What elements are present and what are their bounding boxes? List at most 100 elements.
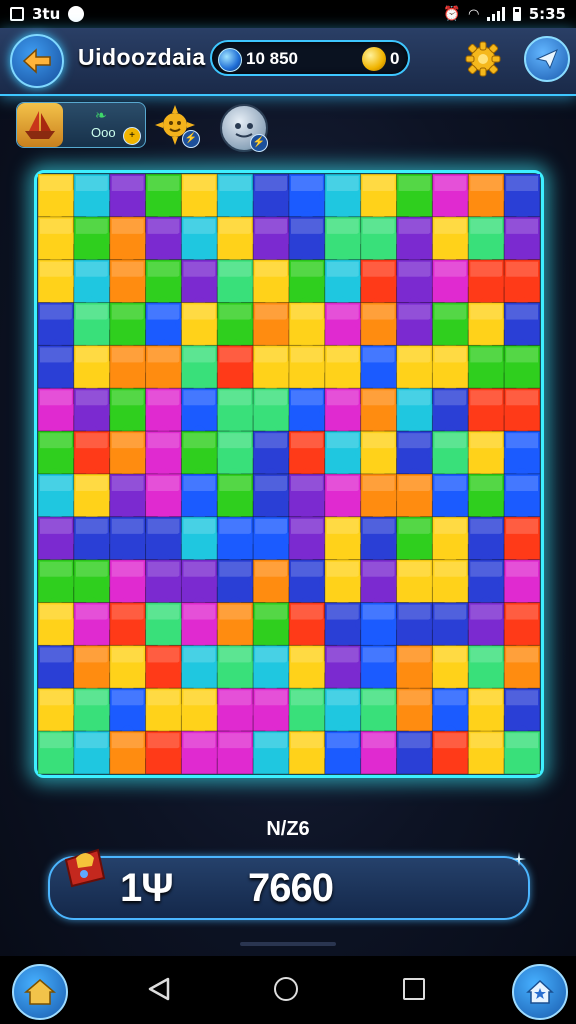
puzzle-piece[interactable] (324, 387, 367, 437)
puzzle-piece[interactable] (252, 559, 295, 609)
puzzle-piece[interactable] (360, 516, 403, 566)
puzzle-piece[interactable] (38, 387, 80, 437)
puzzle-piece[interactable] (109, 302, 152, 352)
puzzle-piece[interactable] (252, 687, 295, 737)
puzzle-piece[interactable] (216, 559, 259, 609)
puzzle-piece[interactable] (396, 644, 439, 695)
puzzle-piece[interactable] (145, 302, 188, 352)
puzzle-piece[interactable] (73, 344, 116, 395)
puzzle-piece[interactable] (360, 344, 403, 395)
puzzle-piece[interactable] (467, 644, 510, 695)
puzzle-piece[interactable] (145, 602, 188, 652)
send-button[interactable] (524, 36, 570, 82)
puzzle-piece[interactable] (216, 174, 259, 223)
puzzle-piece[interactable] (73, 430, 116, 480)
puzzle-piece[interactable] (396, 344, 439, 395)
puzzle-piece[interactable] (431, 387, 475, 437)
puzzle-piece[interactable] (73, 644, 116, 695)
puzzle-piece[interactable] (467, 516, 510, 566)
puzzle-piece[interactable] (360, 174, 403, 223)
puzzle-piece[interactable] (467, 687, 510, 737)
puzzle-piece[interactable] (360, 259, 403, 309)
puzzle-piece[interactable] (109, 730, 152, 774)
puzzle-piece[interactable] (109, 473, 152, 523)
puzzle-piece[interactable] (467, 730, 510, 774)
puzzle-piece[interactable] (324, 730, 367, 774)
puzzle-piece[interactable] (216, 602, 259, 652)
nav-home-icon[interactable] (274, 977, 298, 1001)
puzzle-piece[interactable] (216, 259, 259, 309)
sun-booster-icon[interactable]: ⚡ (154, 104, 200, 148)
booster-card[interactable]: ❧ Ooo + (16, 102, 146, 148)
puzzle-piece[interactable] (38, 302, 80, 352)
puzzle-piece[interactable] (216, 730, 259, 774)
puzzle-piece[interactable] (73, 259, 116, 309)
puzzle-piece[interactable] (252, 387, 295, 437)
puzzle-piece[interactable] (216, 387, 259, 437)
puzzle-piece[interactable] (109, 216, 152, 266)
puzzle-piece[interactable] (431, 216, 475, 266)
puzzle-piece[interactable] (431, 687, 475, 737)
puzzle-piece[interactable] (396, 730, 439, 774)
puzzle-piece[interactable] (396, 516, 439, 566)
puzzle-piece[interactable] (324, 644, 367, 695)
puzzle-piece[interactable] (503, 602, 540, 652)
puzzle-piece[interactable] (252, 344, 295, 395)
puzzle-piece[interactable] (324, 473, 367, 523)
puzzle-piece[interactable] (180, 302, 224, 352)
puzzle-piece[interactable] (324, 559, 367, 609)
puzzle-piece[interactable] (431, 302, 475, 352)
puzzle-piece[interactable] (396, 302, 439, 352)
puzzle-piece[interactable] (503, 259, 540, 309)
puzzle-piece[interactable] (145, 387, 188, 437)
puzzle-piece[interactable] (38, 430, 80, 480)
puzzle-piece[interactable] (360, 602, 403, 652)
puzzle-piece[interactable] (38, 644, 80, 695)
puzzle-piece[interactable] (396, 473, 439, 523)
puzzle-piece[interactable] (288, 644, 331, 695)
puzzle-piece[interactable] (38, 259, 80, 309)
puzzle-piece[interactable] (288, 216, 331, 266)
puzzle-piece[interactable] (109, 430, 152, 480)
puzzle-piece[interactable] (288, 344, 331, 395)
puzzle-piece[interactable] (467, 602, 510, 652)
puzzle-piece[interactable] (180, 730, 224, 774)
puzzle-piece[interactable] (109, 387, 152, 437)
puzzle-piece[interactable] (180, 473, 224, 523)
puzzle-piece[interactable] (396, 687, 439, 737)
puzzle-piece[interactable] (324, 430, 367, 480)
puzzle-piece[interactable] (431, 730, 475, 774)
puzzle-piece[interactable] (431, 602, 475, 652)
puzzle-piece[interactable] (252, 730, 295, 774)
puzzle-piece[interactable] (145, 216, 188, 266)
puzzle-piece[interactable] (180, 216, 224, 266)
puzzle-piece[interactable] (252, 174, 295, 223)
puzzle-piece[interactable] (252, 430, 295, 480)
puzzle-piece[interactable] (503, 174, 540, 223)
nav-recents-icon[interactable] (403, 978, 425, 1000)
puzzle-piece[interactable] (503, 216, 540, 266)
puzzle-piece[interactable] (396, 387, 439, 437)
puzzle-piece[interactable] (503, 516, 540, 566)
puzzle-piece[interactable] (109, 687, 152, 737)
puzzle-piece[interactable] (38, 516, 80, 566)
puzzle-grid[interactable] (38, 174, 540, 774)
puzzle-piece[interactable] (38, 730, 80, 774)
puzzle-piece[interactable] (180, 644, 224, 695)
puzzle-piece[interactable] (216, 216, 259, 266)
puzzle-piece[interactable] (467, 259, 510, 309)
puzzle-piece[interactable] (109, 602, 152, 652)
puzzle-piece[interactable] (360, 730, 403, 774)
puzzle-piece[interactable] (109, 516, 152, 566)
puzzle-piece[interactable] (252, 644, 295, 695)
puzzle-piece[interactable] (252, 473, 295, 523)
puzzle-piece[interactable] (216, 302, 259, 352)
puzzle-piece[interactable] (73, 302, 116, 352)
back-button[interactable] (10, 34, 64, 88)
puzzle-piece[interactable] (288, 730, 331, 774)
puzzle-piece[interactable] (324, 516, 367, 566)
puzzle-piece[interactable] (180, 516, 224, 566)
puzzle-piece[interactable] (503, 473, 540, 523)
puzzle-piece[interactable] (73, 730, 116, 774)
puzzle-piece[interactable] (73, 559, 116, 609)
